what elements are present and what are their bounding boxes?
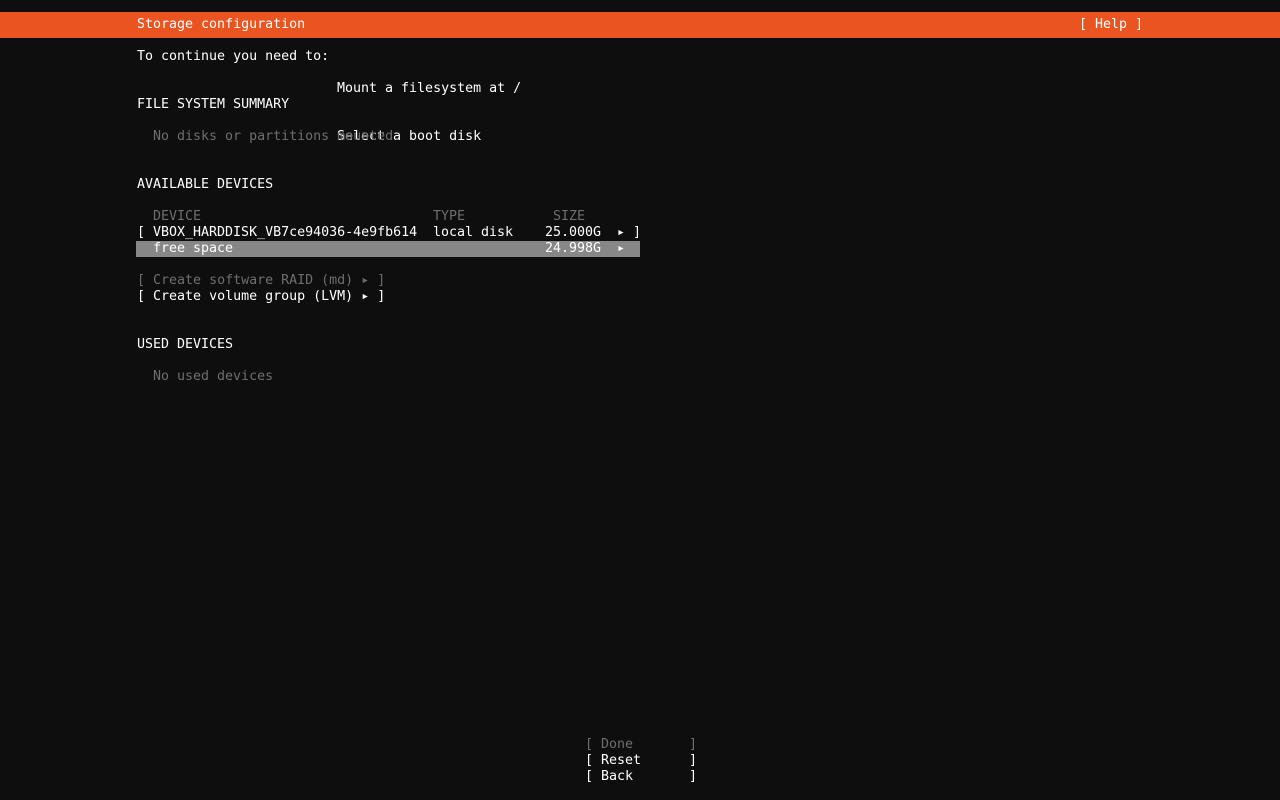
button-bracket-open: [ [585,753,593,768]
button-bracket-close: ] [689,769,697,785]
button-bracket-open: [ [585,769,593,784]
button-label: Create software RAID (md) [153,273,353,288]
file-system-summary-empty: No disks or partitions mounted. [153,129,401,145]
button-label: Done [601,737,633,752]
create-software-raid-button[interactable]: [ Create software RAID (md) ▸ ] [137,273,385,289]
button-label: Reset [601,753,641,768]
requirement-mount-filesystem: Mount a filesystem at / [337,81,521,97]
title-bar: Storage configuration [ Help ] [0,12,1280,38]
row-bracket-close: ] [633,225,641,241]
button-label-wrap: [ Done [585,737,633,753]
help-button[interactable]: [ Help ] [1079,17,1143,33]
button-bracket-open: [ [137,273,145,288]
column-header-type: TYPE [433,209,465,225]
intro-prefix: To continue you need to: [137,49,329,65]
button-label-wrap: [ Back [585,769,633,785]
button-bracket-open: [ [585,737,593,752]
reset-button[interactable]: [ Reset] [585,753,697,769]
used-devices-heading: USED DEVICES [137,337,233,353]
device-type: local disk [433,225,513,241]
storage-configuration-screen: Storage configuration [ Help ] To contin… [0,0,1280,800]
device-name: free space [153,241,233,257]
device-row-free-space[interactable]: free space 24.998G ▸ [136,241,640,257]
device-size: 25.000G [545,225,601,241]
page-title: Storage configuration [137,17,305,33]
expand-arrow-icon: ▸ [617,225,625,241]
column-header-size: SIZE [553,209,585,225]
row-bracket-open: [ [137,225,145,241]
create-volume-group-button[interactable]: [ Create volume group (LVM) ▸ ] [137,289,385,305]
available-devices-heading: AVAILABLE DEVICES [137,177,273,193]
submenu-arrow-icon: ▸ [361,273,369,288]
button-bracket-close: ] [689,753,697,769]
device-name: VBOX_HARDDISK_VB7ce94036-4e9fb614 [153,225,417,241]
back-button[interactable]: [ Back] [585,769,697,785]
device-row-disk[interactable]: [ VBOX_HARDDISK_VB7ce94036-4e9fb614 loca… [136,225,640,241]
expand-arrow-icon: ▸ [617,241,625,257]
button-label: Back [601,769,633,784]
button-bracket-close: ] [377,273,385,288]
button-bracket-close: ] [377,289,385,304]
column-header-device: DEVICE [153,209,201,225]
done-button[interactable]: [ Done] [585,737,697,753]
button-label: Create volume group (LVM) [153,289,353,304]
intro-requirements: Mount a filesystem at / Select a boot di… [337,49,521,177]
submenu-arrow-icon: ▸ [361,289,369,304]
button-label-wrap: [ Reset [585,753,641,769]
file-system-summary-heading: FILE SYSTEM SUMMARY [137,97,289,113]
used-devices-empty: No used devices [153,369,273,385]
device-size: 24.998G [545,241,601,257]
button-bracket-close: ] [689,737,697,753]
button-bracket-open: [ [137,289,145,304]
